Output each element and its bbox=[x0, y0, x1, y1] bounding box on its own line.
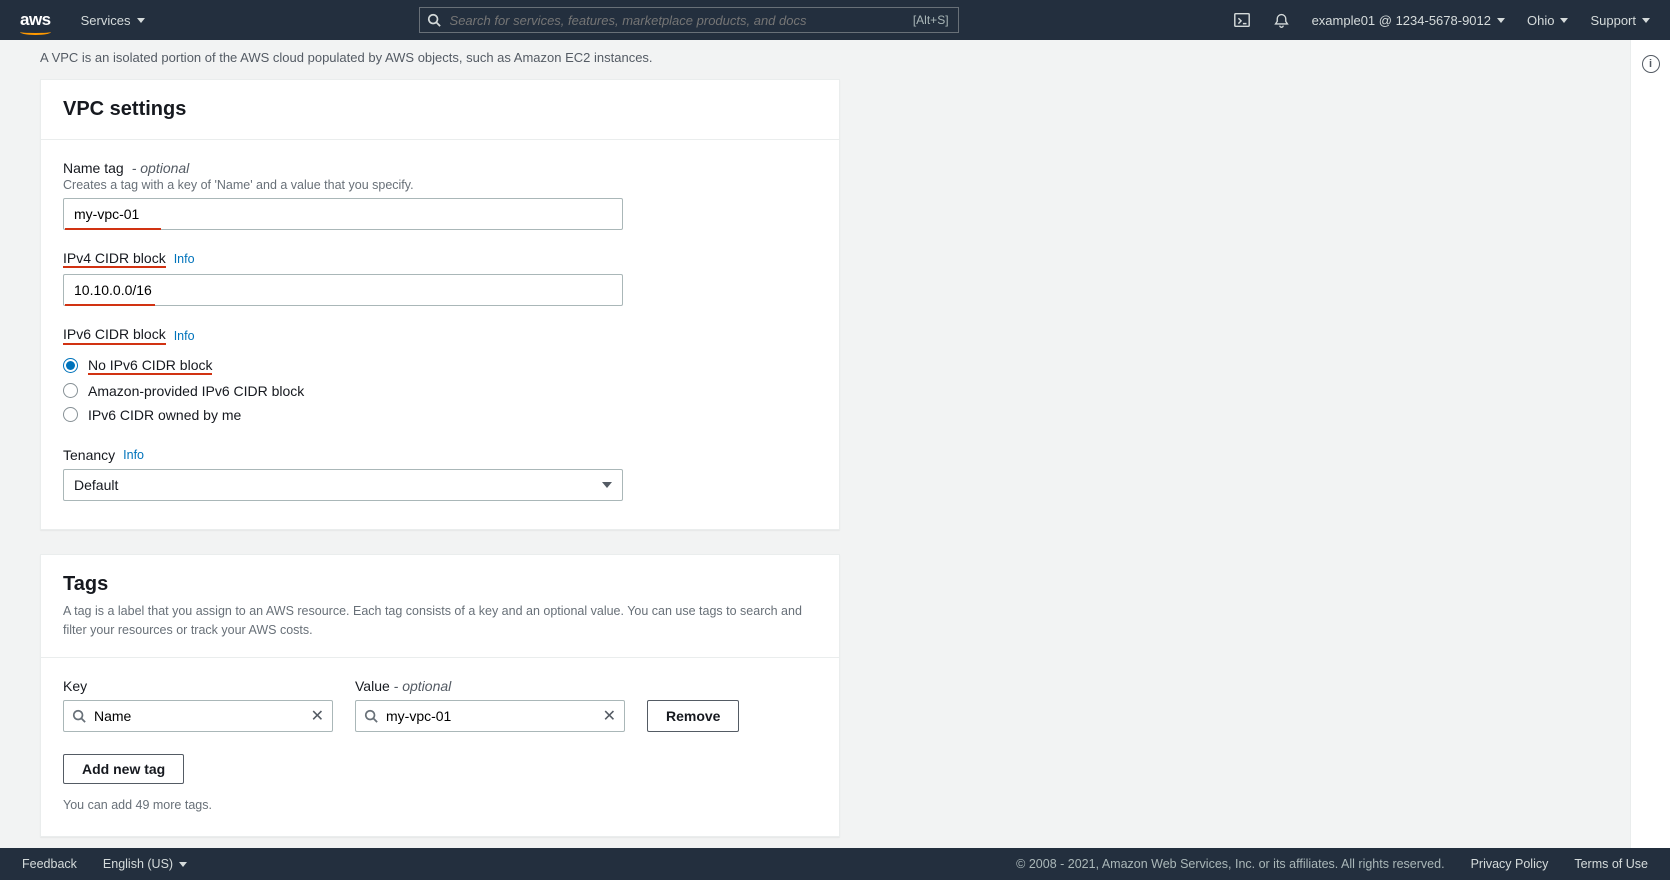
caret-down-icon bbox=[179, 862, 187, 867]
region-menu[interactable]: Ohio bbox=[1527, 13, 1568, 28]
aws-smile-icon bbox=[20, 29, 51, 35]
language-label: English (US) bbox=[103, 857, 173, 871]
field-tenancy: Tenancy Info Default bbox=[63, 447, 817, 501]
support-label: Support bbox=[1590, 13, 1636, 28]
global-search[interactable]: [Alt+S] bbox=[419, 7, 959, 33]
tag-key-label: Key bbox=[63, 678, 333, 694]
copyright-text: © 2008 - 2021, Amazon Web Services, Inc.… bbox=[213, 857, 1444, 871]
main-scroll-area[interactable]: A VPC is an isolated portion of the AWS … bbox=[0, 40, 1630, 848]
page-description: A VPC is an isolated portion of the AWS … bbox=[0, 40, 1630, 79]
clear-icon[interactable]: ✕ bbox=[311, 706, 324, 726]
vpc-settings-panel: VPC settings Name tag - optional Creates… bbox=[40, 79, 840, 530]
radio-icon bbox=[63, 407, 78, 422]
name-tag-label: Name tag bbox=[63, 160, 124, 176]
ipv6-option-owned[interactable]: IPv6 CIDR owned by me bbox=[63, 403, 817, 427]
search-icon bbox=[72, 709, 86, 723]
name-tag-input[interactable] bbox=[63, 198, 623, 230]
services-label: Services bbox=[81, 13, 131, 28]
tags-title: Tags bbox=[63, 573, 817, 596]
caret-down-icon bbox=[602, 482, 612, 488]
terms-link[interactable]: Terms of Use bbox=[1574, 857, 1648, 871]
caret-down-icon bbox=[1560, 18, 1568, 23]
ipv4-cidr-input[interactable] bbox=[63, 274, 623, 306]
feedback-link[interactable]: Feedback bbox=[22, 857, 77, 871]
tag-value-input[interactable] bbox=[386, 708, 595, 724]
name-tag-optional: - optional bbox=[132, 160, 190, 176]
search-icon bbox=[364, 709, 378, 723]
field-ipv6-cidr: IPv6 CIDR block Info No IPv6 CIDR block … bbox=[63, 326, 817, 426]
radio-icon bbox=[63, 358, 78, 373]
cloudshell-icon[interactable] bbox=[1233, 11, 1251, 29]
ipv6-option-none[interactable]: No IPv6 CIDR block bbox=[63, 353, 817, 379]
add-tag-button[interactable]: Add new tag bbox=[63, 754, 184, 784]
top-nav: aws Services [Alt+S] example01 @ 1 bbox=[0, 0, 1670, 40]
tenancy-value: Default bbox=[74, 477, 118, 493]
tags-description: A tag is a label that you assign to an A… bbox=[63, 602, 817, 640]
ipv6-label: IPv6 CIDR block bbox=[63, 327, 166, 344]
tag-value-input-wrap[interactable]: ✕ bbox=[355, 700, 625, 732]
name-tag-help: Creates a tag with a key of 'Name' and a… bbox=[63, 178, 817, 192]
field-name-tag: Name tag - optional Creates a tag with a… bbox=[63, 160, 817, 230]
help-panel-toggle-gutter: i bbox=[1630, 40, 1670, 848]
bottom-bar: Feedback English (US) © 2008 - 2021, Ama… bbox=[0, 848, 1670, 880]
ipv6-option-label-0: No IPv6 CIDR block bbox=[88, 357, 212, 375]
search-input[interactable] bbox=[419, 7, 959, 33]
search-shortcut-hint: [Alt+S] bbox=[913, 13, 949, 27]
ipv6-info-link[interactable]: Info bbox=[174, 329, 195, 343]
account-menu[interactable]: example01 @ 1234-5678-9012 bbox=[1312, 13, 1505, 28]
info-icon[interactable]: i bbox=[1642, 55, 1660, 73]
aws-logo-text: aws bbox=[20, 10, 51, 29]
field-ipv4-cidr: IPv4 CIDR block Info bbox=[63, 250, 817, 306]
caret-down-icon bbox=[137, 18, 145, 23]
aws-logo[interactable]: aws bbox=[20, 10, 51, 30]
caret-down-icon bbox=[1497, 18, 1505, 23]
vpc-settings-title: VPC settings bbox=[63, 98, 817, 121]
tags-remaining-note: You can add 49 more tags. bbox=[63, 798, 817, 812]
ipv6-option-label-1: Amazon-provided IPv6 CIDR block bbox=[88, 383, 304, 399]
tag-value-optional: - optional bbox=[394, 678, 452, 694]
tenancy-select[interactable]: Default bbox=[63, 469, 623, 501]
notifications-icon[interactable] bbox=[1273, 12, 1290, 29]
caret-down-icon bbox=[1642, 18, 1650, 23]
tags-panel: Tags A tag is a label that you assign to… bbox=[40, 554, 840, 838]
region-label: Ohio bbox=[1527, 13, 1554, 28]
services-menu[interactable]: Services bbox=[81, 13, 145, 28]
language-menu[interactable]: English (US) bbox=[103, 857, 187, 871]
tenancy-label: Tenancy bbox=[63, 447, 115, 463]
privacy-link[interactable]: Privacy Policy bbox=[1471, 857, 1549, 871]
clear-icon[interactable]: ✕ bbox=[603, 706, 616, 726]
ipv6-option-amazon[interactable]: Amazon-provided IPv6 CIDR block bbox=[63, 379, 817, 403]
ipv4-label: IPv4 CIDR block bbox=[63, 251, 166, 268]
tag-value-label: Value bbox=[355, 678, 390, 694]
tag-row: Key ✕ Value bbox=[63, 678, 817, 732]
support-menu[interactable]: Support bbox=[1590, 13, 1650, 28]
tag-key-input[interactable] bbox=[94, 708, 303, 724]
ipv4-info-link[interactable]: Info bbox=[174, 252, 195, 266]
tenancy-info-link[interactable]: Info bbox=[123, 448, 144, 462]
tag-key-input-wrap[interactable]: ✕ bbox=[63, 700, 333, 732]
remove-tag-button[interactable]: Remove bbox=[647, 700, 739, 732]
radio-icon bbox=[63, 383, 78, 398]
account-label: example01 @ 1234-5678-9012 bbox=[1312, 13, 1491, 28]
search-icon bbox=[427, 13, 441, 27]
ipv6-option-label-2: IPv6 CIDR owned by me bbox=[88, 407, 241, 423]
